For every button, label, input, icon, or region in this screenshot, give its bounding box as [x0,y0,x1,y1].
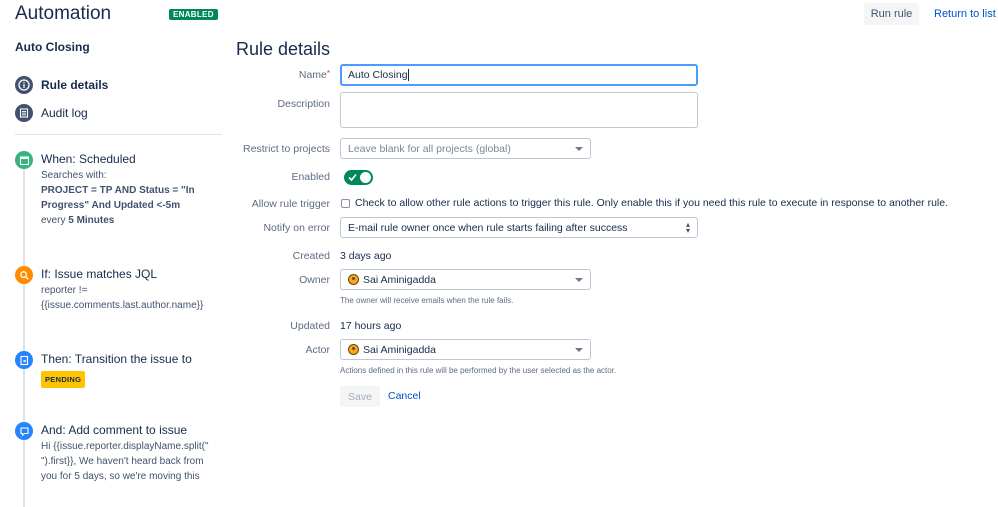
step-jql: PROJECT = TP AND Status = "In Progress" … [41,185,195,211]
owner-person: Sai Aminigadda [348,274,436,286]
step-description: Hi {{issue.reporter.displayName.split(" … [41,441,209,482]
form-title: Rule details [236,39,331,59]
updated-label: Updated [290,320,330,332]
notify-error-value: E-mail rule owner once when rule starts … [348,221,628,234]
save-button[interactable]: Save [340,386,380,407]
calendar-icon [15,151,33,169]
status-badge: PENDING [41,371,86,388]
updated-value: 17 hours ago [340,320,402,332]
step-description: reporter != {{issue.comments.last.author… [41,285,204,311]
step-trigger-scheduled[interactable]: When: Scheduled Searches with: PROJECT =… [15,151,215,231]
rule-name-heading: Auto Closing [15,40,90,54]
allow-trigger-label: Allow rule trigger [251,198,330,210]
required-marker: * [326,69,330,78]
check-icon [348,173,357,182]
restrict-projects-placeholder: Leave blank for all projects (global) [348,142,511,155]
name-field[interactable]: Auto Closing [340,64,698,86]
allow-trigger-checkbox[interactable] [341,199,350,208]
step-line: Searches with: [41,170,107,181]
frequency-value: 5 Minutes [68,215,115,226]
step-title: And: Add comment to issue [41,423,188,437]
sidebar-item-rule-details[interactable]: Rule details [15,76,108,94]
run-rule-button[interactable]: Run rule [864,3,919,25]
transition-icon [15,351,33,369]
step-title: Then: Transition the issue to [41,352,192,366]
step-description: PENDING [41,371,221,388]
actor-person: Sai Aminigadda [348,344,436,356]
chevron-down-icon [575,146,583,151]
name-label: Name* [210,69,330,81]
text-cursor [407,69,409,81]
created-value: 3 days ago [340,250,392,262]
name-label-text: Name [298,69,327,81]
avatar [348,344,359,355]
notify-error-label: Notify on error [263,222,330,234]
actor-help-text: Actions defined in this rule will be per… [340,366,617,375]
chevron-down-icon [575,347,583,352]
actor-label: Actor [305,344,330,356]
avatar [348,274,359,285]
owner-name: Sai Aminigadda [363,273,436,286]
sidebar-divider [15,134,222,135]
step-action-transition[interactable]: Then: Transition the issue to PENDING [15,351,215,388]
description-field[interactable] [340,92,698,128]
step-title: When: Scheduled [41,152,136,166]
actor-name: Sai Aminigadda [363,343,436,356]
enabled-label: Enabled [291,171,330,183]
step-title: If: Issue matches JQL [41,267,158,281]
cancel-button[interactable]: Cancel [388,390,421,402]
step-description: Searches with: PROJECT = TP AND Status =… [41,168,221,228]
sidebar-item-label: Audit log [41,106,88,120]
description-label: Description [277,98,330,110]
name-field-value: Auto Closing [348,69,408,81]
step-condition-jql[interactable]: If: Issue matches JQL reporter != {{issu… [15,266,215,316]
list-icon [15,104,33,122]
owner-select[interactable]: Sai Aminigadda [340,269,591,290]
frequency-prefix: every [41,215,69,226]
restrict-projects-select[interactable]: Leave blank for all projects (global) [340,138,591,159]
status-badge: ENABLED [169,9,218,20]
owner-help-text: The owner will receive emails when the r… [340,296,514,305]
actor-select[interactable]: Sai Aminigadda [340,339,591,360]
notify-error-select[interactable]: E-mail rule owner once when rule starts … [340,217,698,238]
updown-icon: ▴ ▾ [685,219,690,235]
toggle-knob [360,172,371,183]
chevron-down-icon [575,277,583,282]
allow-trigger-description: Check to allow other rule actions to tri… [355,197,948,209]
sidebar-item-audit-log[interactable]: Audit log [15,104,88,122]
return-to-list-link[interactable]: Return to list [934,8,996,20]
comment-icon [15,422,33,440]
enabled-toggle[interactable] [344,170,373,185]
step-frequency: every 5 Minutes [41,213,221,228]
info-icon [15,76,33,94]
restrict-projects-label: Restrict to projects [243,143,330,155]
created-label: Created [292,250,330,262]
sidebar-item-label: Rule details [41,78,109,92]
page-title: Automation [15,3,112,24]
search-icon [15,266,33,284]
owner-label: Owner [299,274,330,286]
step-action-comment[interactable]: And: Add comment to issue Hi {{issue.rep… [15,422,215,502]
